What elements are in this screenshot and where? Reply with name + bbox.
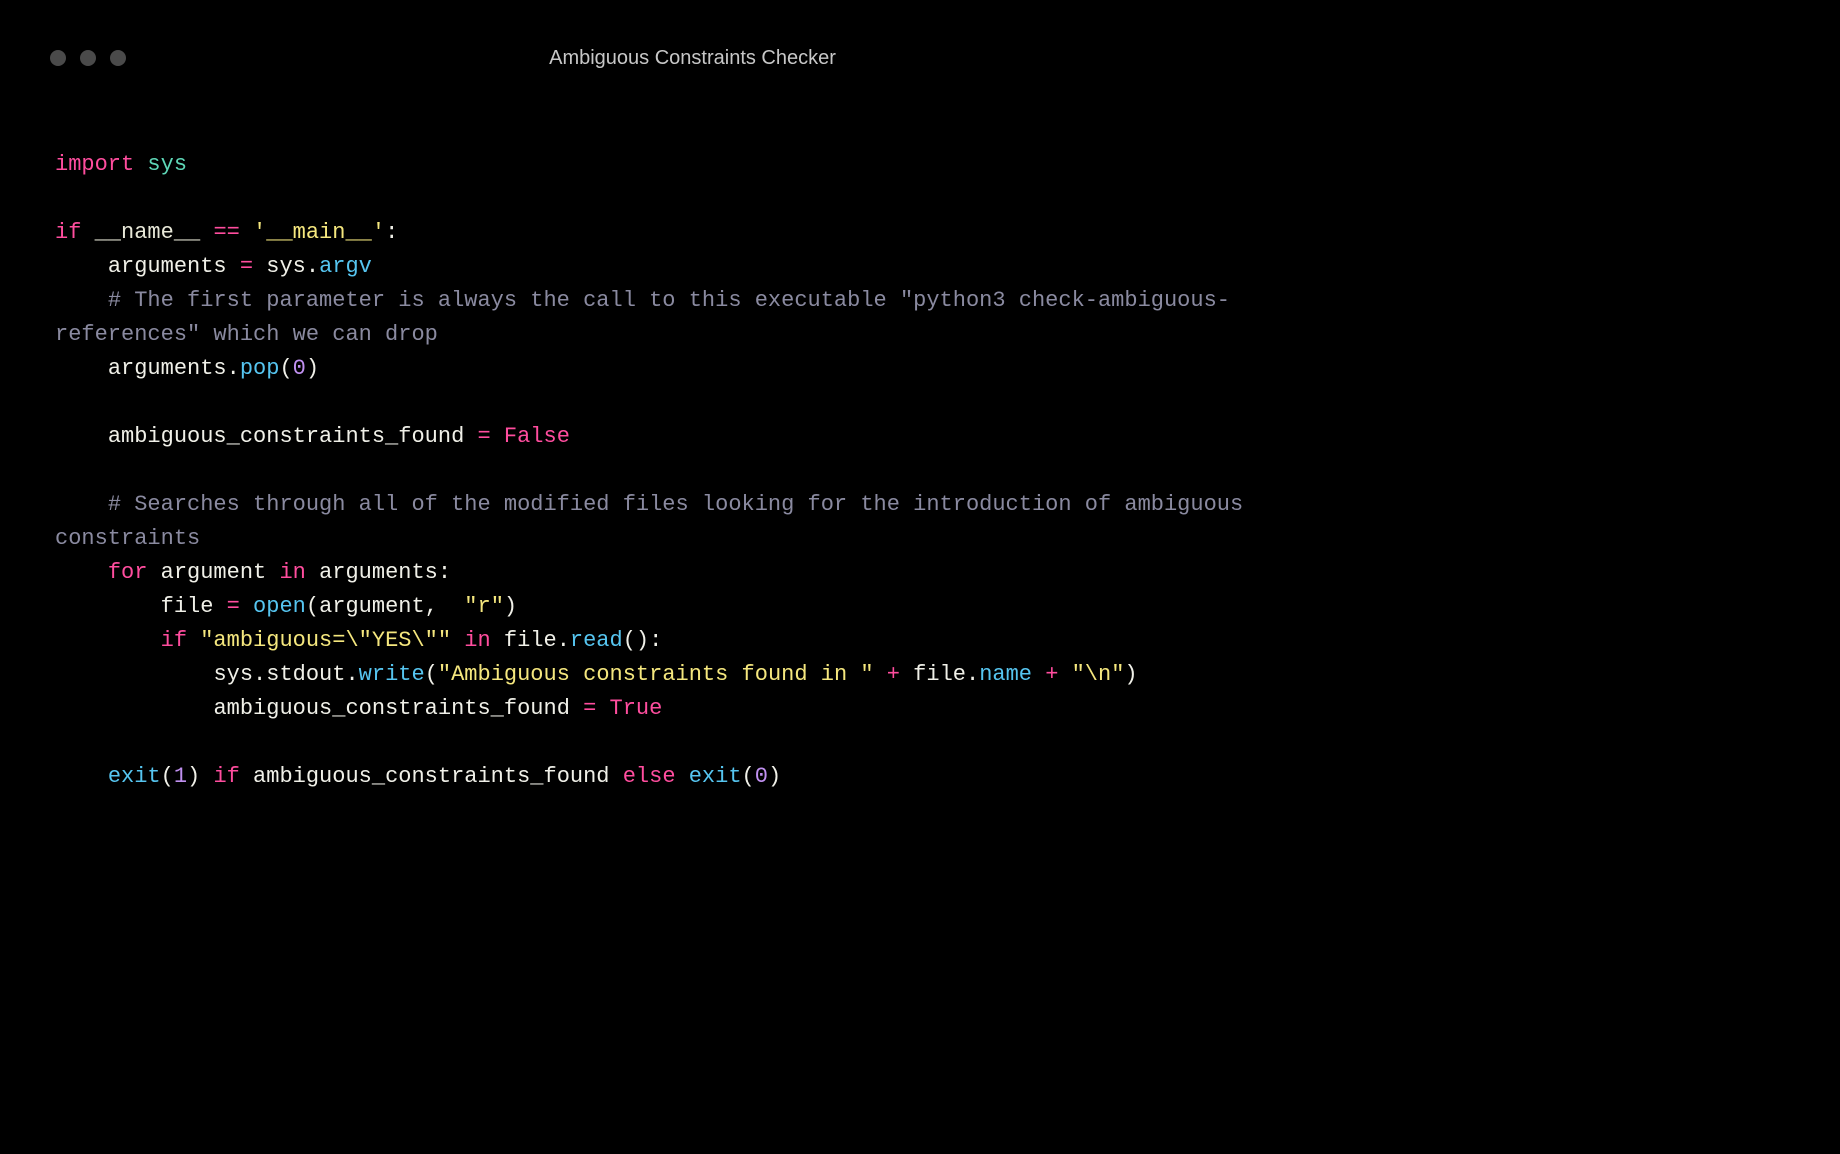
var-file: file — [504, 628, 557, 653]
number-one: 1 — [174, 764, 187, 789]
close-icon[interactable] — [50, 50, 66, 66]
builtin-exit: exit — [689, 764, 742, 789]
method-pop: pop — [240, 356, 280, 381]
paren-open: ( — [306, 594, 319, 619]
minimize-icon[interactable] — [80, 50, 96, 66]
number-zero: 0 — [293, 356, 306, 381]
colon: : — [438, 560, 451, 585]
operator-assign: = — [583, 696, 596, 721]
var-arguments: arguments — [108, 356, 227, 381]
attr-argv: argv — [319, 254, 372, 279]
dot: . — [345, 662, 358, 687]
dot: . — [557, 628, 570, 653]
titlebar: Ambiguous Constraints Checker — [0, 0, 1385, 48]
paren-close: ) — [768, 764, 781, 789]
keyword-in: in — [279, 560, 305, 585]
paren-open: ( — [279, 356, 292, 381]
var-argument: argument — [161, 560, 267, 585]
string-main: '__main__' — [253, 220, 385, 245]
operator-assign: = — [477, 424, 490, 449]
paren-open: ( — [425, 662, 438, 687]
dot: . — [306, 254, 319, 279]
code-content: import sys if __name__ == '__main__': ar… — [0, 48, 1385, 824]
var-argument: argument — [319, 594, 425, 619]
keyword-import: import — [55, 152, 134, 177]
keyword-if: if — [55, 220, 81, 245]
dot: . — [227, 356, 240, 381]
keyword-else: else — [623, 764, 676, 789]
dot: . — [253, 662, 266, 687]
var-ambiguous: ambiguous_constraints_found — [108, 424, 464, 449]
keyword-in: in — [464, 628, 490, 653]
operator-eq: == — [213, 220, 239, 245]
module-sys: sys — [147, 152, 187, 177]
boolean-false: False — [504, 424, 570, 449]
parens: () — [623, 628, 649, 653]
method-read: read — [570, 628, 623, 653]
keyword-if: if — [161, 628, 187, 653]
paren-open: ( — [161, 764, 174, 789]
string-msg: "Ambiguous constraints found in " — [438, 662, 874, 687]
operator-plus: + — [1045, 662, 1058, 687]
comma: , — [425, 594, 438, 619]
keyword-if: if — [213, 764, 239, 789]
maximize-icon[interactable] — [110, 50, 126, 66]
string-newline: "\n" — [1072, 662, 1125, 687]
method-write: write — [359, 662, 425, 687]
string-ambiguous: "ambiguous=\"YES\"" — [200, 628, 451, 653]
var-arguments: arguments — [319, 560, 438, 585]
comment-line: # Searches through all of the modified f… — [55, 492, 1256, 551]
string-r: "r" — [464, 594, 504, 619]
comment-line: # The first parameter is always the call… — [55, 288, 1230, 347]
number-zero: 0 — [755, 764, 768, 789]
operator-plus: + — [887, 662, 900, 687]
keyword-for: for — [108, 560, 148, 585]
var-file: file — [913, 662, 966, 687]
dunder-name: __name__ — [95, 220, 201, 245]
builtin-exit: exit — [108, 764, 161, 789]
paren-close: ) — [504, 594, 517, 619]
operator-assign: = — [227, 594, 240, 619]
paren-close: ) — [306, 356, 319, 381]
attr-stdout: stdout — [266, 662, 345, 687]
sys-ref: sys — [266, 254, 306, 279]
var-arguments: arguments — [108, 254, 227, 279]
colon: : — [649, 628, 662, 653]
paren-open: ( — [742, 764, 755, 789]
traffic-lights — [50, 50, 126, 66]
boolean-true: True — [610, 696, 663, 721]
operator-assign: = — [240, 254, 253, 279]
code-window: Ambiguous Constraints Checker import sys… — [0, 0, 1385, 869]
attr-name: name — [979, 662, 1032, 687]
var-ambiguous: ambiguous_constraints_found — [253, 764, 609, 789]
var-file: file — [161, 594, 214, 619]
sys-ref: sys — [213, 662, 253, 687]
paren-close: ) — [1124, 662, 1137, 687]
dot: . — [966, 662, 979, 687]
paren-close: ) — [187, 764, 200, 789]
var-ambiguous: ambiguous_constraints_found — [213, 696, 569, 721]
builtin-open: open — [253, 594, 306, 619]
window-title: Ambiguous Constraints Checker — [549, 47, 836, 70]
colon: : — [385, 220, 398, 245]
